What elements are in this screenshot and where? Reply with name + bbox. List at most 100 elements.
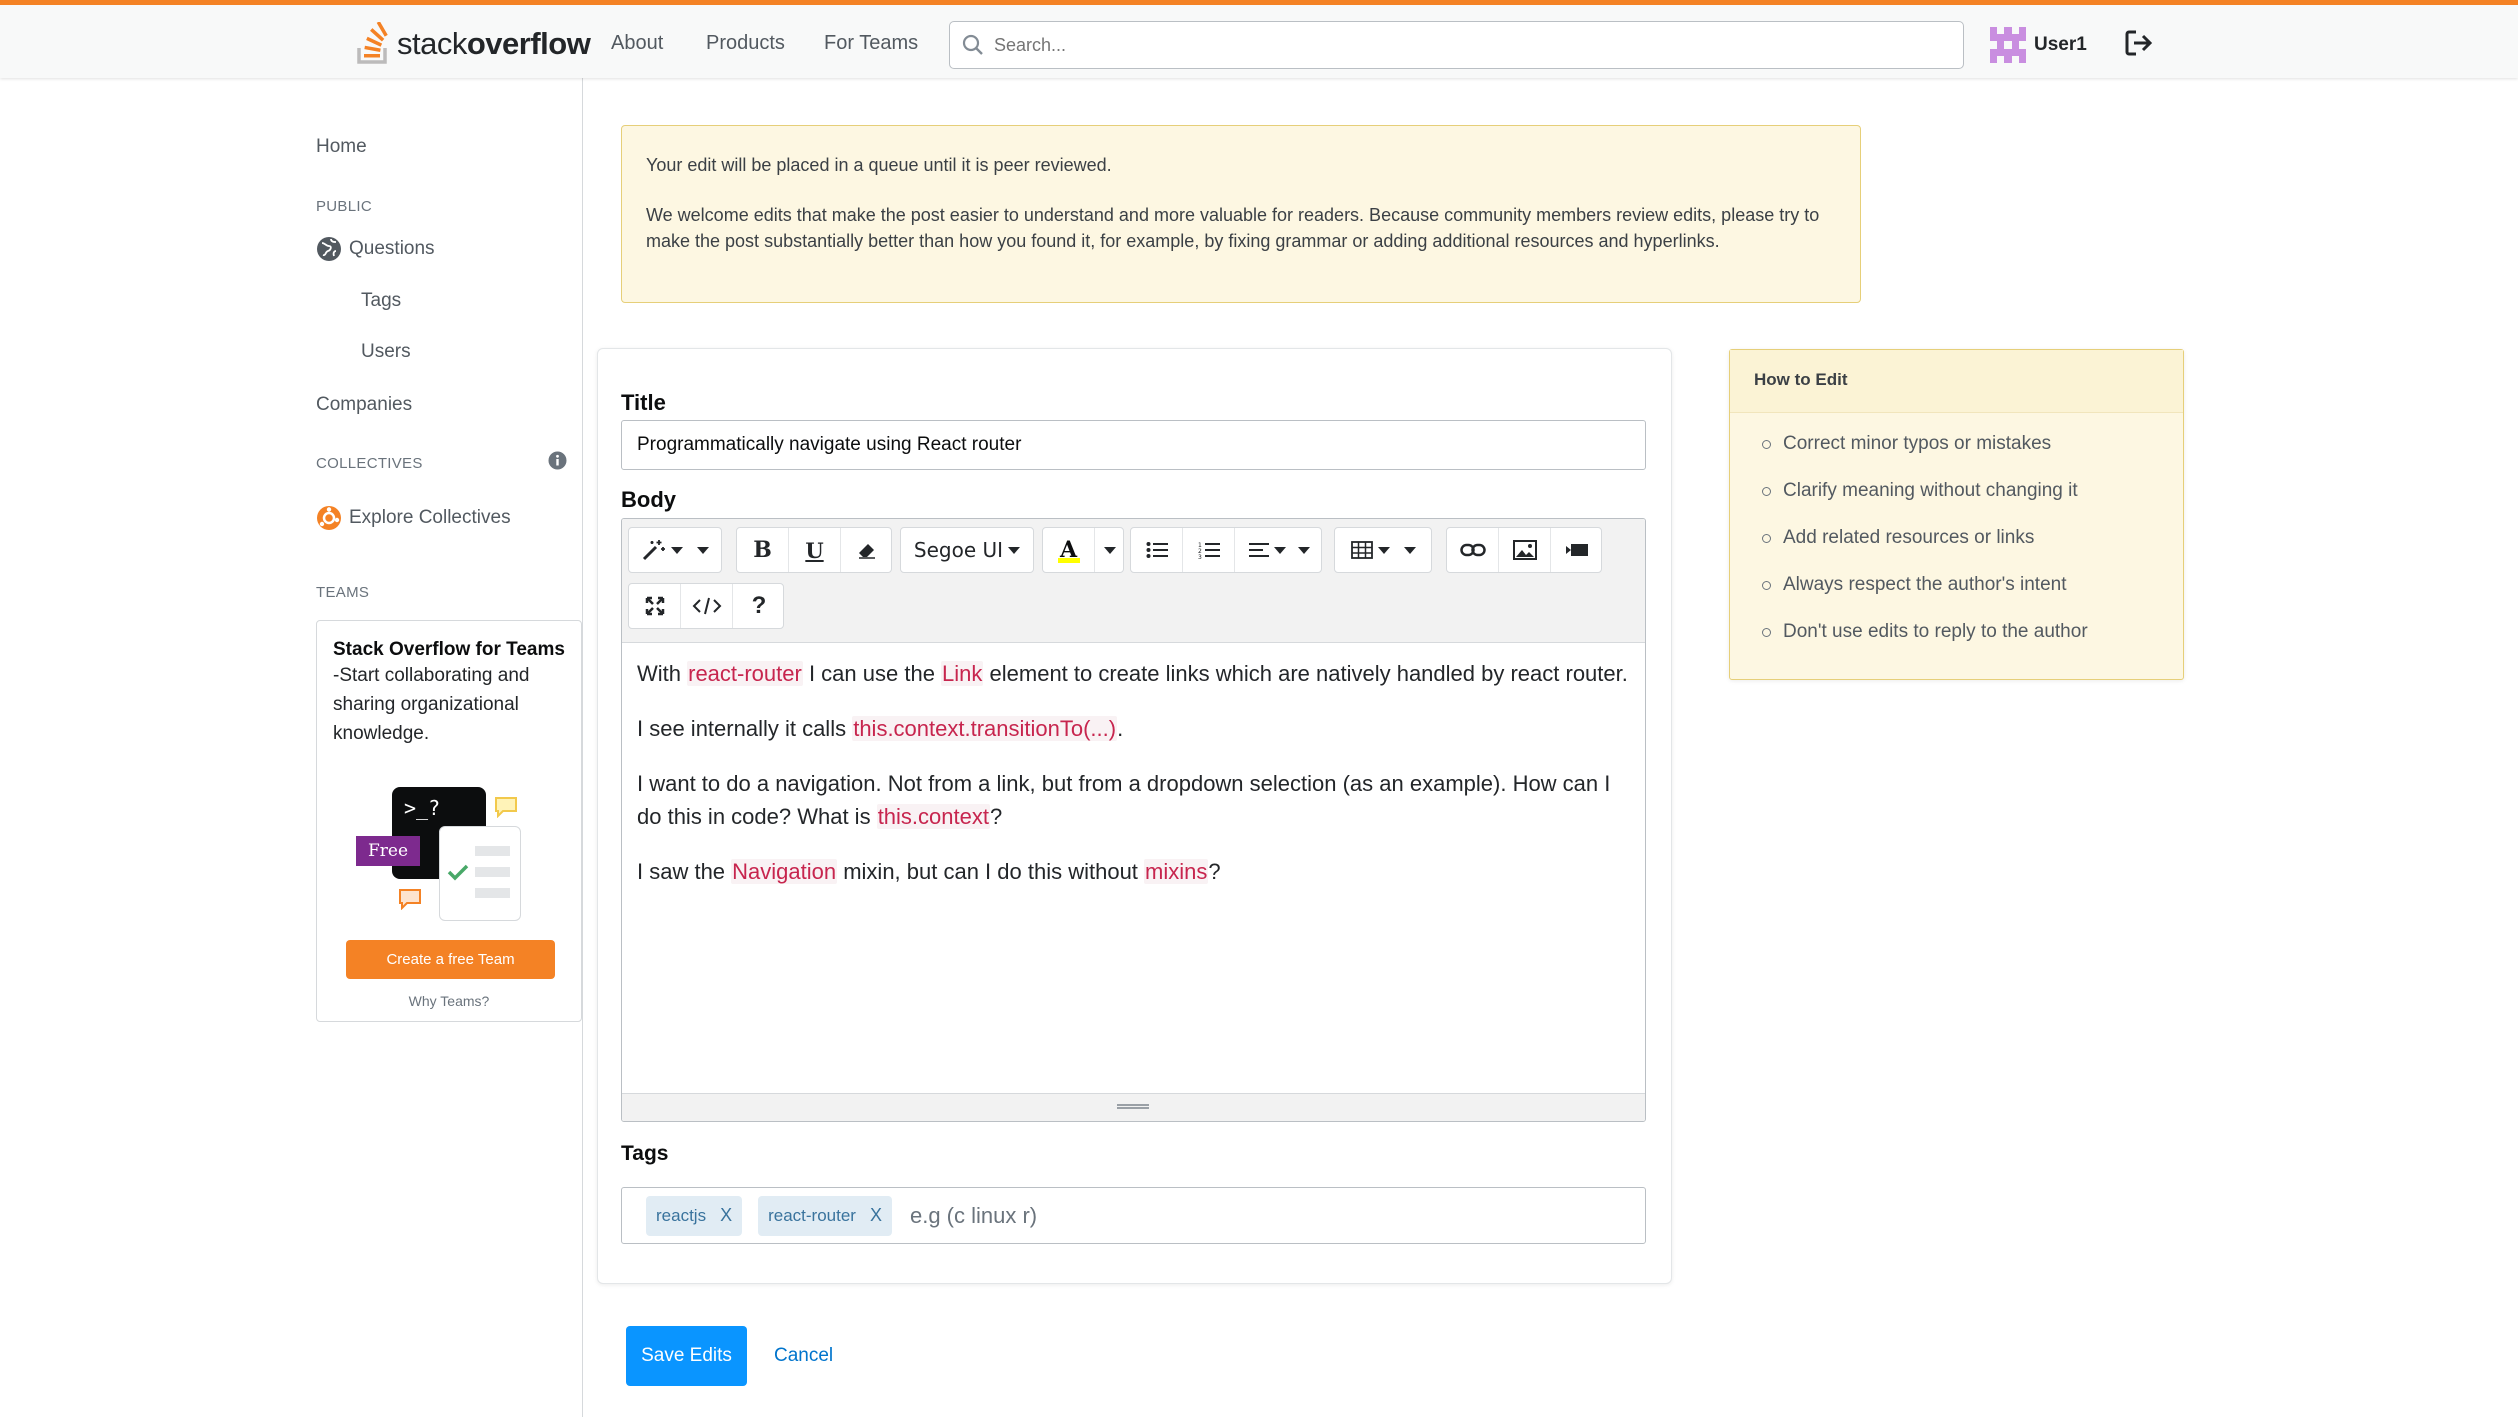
body-paragraph-4: I saw the Navigation mixin, but can I do… [637,859,1221,884]
remove-tag-button[interactable]: X [870,1205,882,1226]
sidebar-item-questions[interactable]: Questions [316,236,435,262]
how-to-edit-list: Correct minor typos or mistakes Clarify … [1730,413,2183,666]
search-input[interactable] [994,34,1894,56]
font-color-button[interactable]: A [1043,528,1095,572]
body-paragraph-1: With react-router I can use the Link ele… [637,661,1628,686]
sidebar-item-companies[interactable]: Companies [316,394,412,416]
nav-for-teams[interactable]: For Teams [824,32,918,55]
list-item: Correct minor typos or mistakes [1762,431,2183,478]
bullet-list-icon [1146,542,1168,558]
edit-queue-notice: Your edit will be placed in a queue unti… [621,125,1861,303]
help-icon: ? [751,592,767,619]
insert-video-button[interactable] [1551,528,1603,572]
editor-content[interactable]: With react-router I can use the Link ele… [622,643,1645,1095]
style-dropdown[interactable] [628,527,722,573]
check-icon [447,864,469,881]
underline-button[interactable]: U [789,528,841,572]
body-paragraph-3: I want to do a navigation. Not from a li… [637,771,1611,829]
logo-text: stackoverflow [397,26,591,61]
table-icon [1350,541,1373,559]
view-group: ? [628,583,784,629]
collectives-icon [317,506,341,530]
font-color-dropdown[interactable] [1095,528,1125,572]
cancel-link[interactable]: Cancel [774,1345,833,1367]
numbered-list-button[interactable]: 123 [1183,528,1235,572]
help-button[interactable]: ? [733,584,785,628]
align-dropdown[interactable] [1235,528,1323,572]
search-bar[interactable] [949,21,1964,69]
font-color-group: A [1042,527,1124,573]
sidebar-item-home[interactable]: Home [316,136,367,158]
globe-icon [317,237,341,261]
fullscreen-button[interactable] [629,584,681,628]
tags-placeholder[interactable]: e.g (c linux r) [910,1203,1037,1229]
nav-about[interactable]: About [611,32,663,55]
insert-group [1446,527,1602,573]
bullet-list-button[interactable] [1131,528,1183,572]
bold-button[interactable]: B [737,528,789,572]
sidebar-item-users[interactable]: Users [361,341,411,363]
eraser-icon [859,544,875,559]
font-family-value: Segoe UI [913,538,1004,562]
info-icon[interactable] [548,451,567,475]
chat-bubble-orange-icon [399,889,421,910]
text-format-group: B U [736,527,892,573]
list-group: 123 [1130,527,1322,573]
code-view-button[interactable] [681,584,733,628]
body-label: Body [621,487,676,512]
remove-tag-button[interactable]: X [720,1205,732,1226]
logout-button[interactable] [2123,27,2155,64]
code-icon [692,597,721,615]
sidebar-heading-teams: TEAMS [316,584,370,601]
link-icon [1459,543,1486,557]
sidebar-heading-public: PUBLIC [316,198,372,215]
create-free-team-button[interactable]: Create a free Team [346,940,555,979]
insert-image-button[interactable] [1499,528,1551,572]
sidebar-item-tags[interactable]: Tags [361,290,401,312]
username: User1 [2034,34,2087,55]
tags-input[interactable]: reactjs X react-router X e.g (c linux r) [621,1187,1646,1244]
logo[interactable]: stackoverflow [355,19,591,69]
list-item: Add related resources or links [1762,525,2183,572]
how-to-edit-panel: How to Edit Correct minor typos or mista… [1729,349,2184,680]
font-color-icon: A [1057,537,1080,563]
video-icon [1566,544,1588,556]
list-item: Clarify meaning without changing it [1762,478,2183,525]
insert-link-button[interactable] [1447,528,1499,572]
font-family-dropdown[interactable]: Segoe UI [900,527,1034,573]
title-label: Title [621,390,666,415]
free-badge: Free [356,836,420,866]
search-icon [962,34,983,55]
user-menu[interactable]: User1 [1990,27,2087,63]
title-input[interactable]: Programmatically navigate using React ro… [621,420,1646,470]
teams-illustration: >_? Free [354,784,534,924]
tag-reactjs: reactjs X [646,1195,743,1236]
grip-icon [1117,1104,1149,1109]
clear-format-button[interactable] [841,528,893,572]
tags-label: Tags [621,1142,669,1165]
save-edits-button[interactable]: Save Edits [626,1326,747,1386]
avatar [1990,27,2026,63]
sidebar-heading-collectives: COLLECTIVES [316,455,423,472]
teams-card-description: -Start collaborating and sharing organiz… [333,665,530,744]
body-editor: B U Segoe UI A 123 ? With react-router I… [621,518,1646,1122]
terminal-text: >_? [404,796,441,820]
top-bar: stackoverflow About Products For Teams U… [0,0,2518,78]
magic-wand-icon [642,540,665,561]
fullscreen-icon [645,596,664,616]
table-dropdown[interactable] [1334,527,1432,573]
editor-resize-handle[interactable] [622,1093,1645,1121]
sidebar-item-explore-collectives-label: Explore Collectives [349,507,511,528]
align-left-icon [1248,543,1269,557]
why-teams-link[interactable]: Why Teams? [316,993,582,1009]
sidebar-item-questions-label: Questions [349,238,435,259]
chat-bubble-icon [495,797,517,818]
notice-line-1: Your edit will be placed in a queue unti… [646,155,1112,175]
nav-products[interactable]: Products [706,32,785,55]
sidebar-item-explore-collectives[interactable]: Explore Collectives [316,505,511,531]
list-item: Always respect the author's intent [1762,572,2183,619]
how-to-edit-title: How to Edit [1730,350,2183,413]
svg-text:3: 3 [1198,554,1202,559]
logout-icon [2125,30,2153,56]
editor-toolbar: B U Segoe UI A 123 ? [622,519,1645,643]
